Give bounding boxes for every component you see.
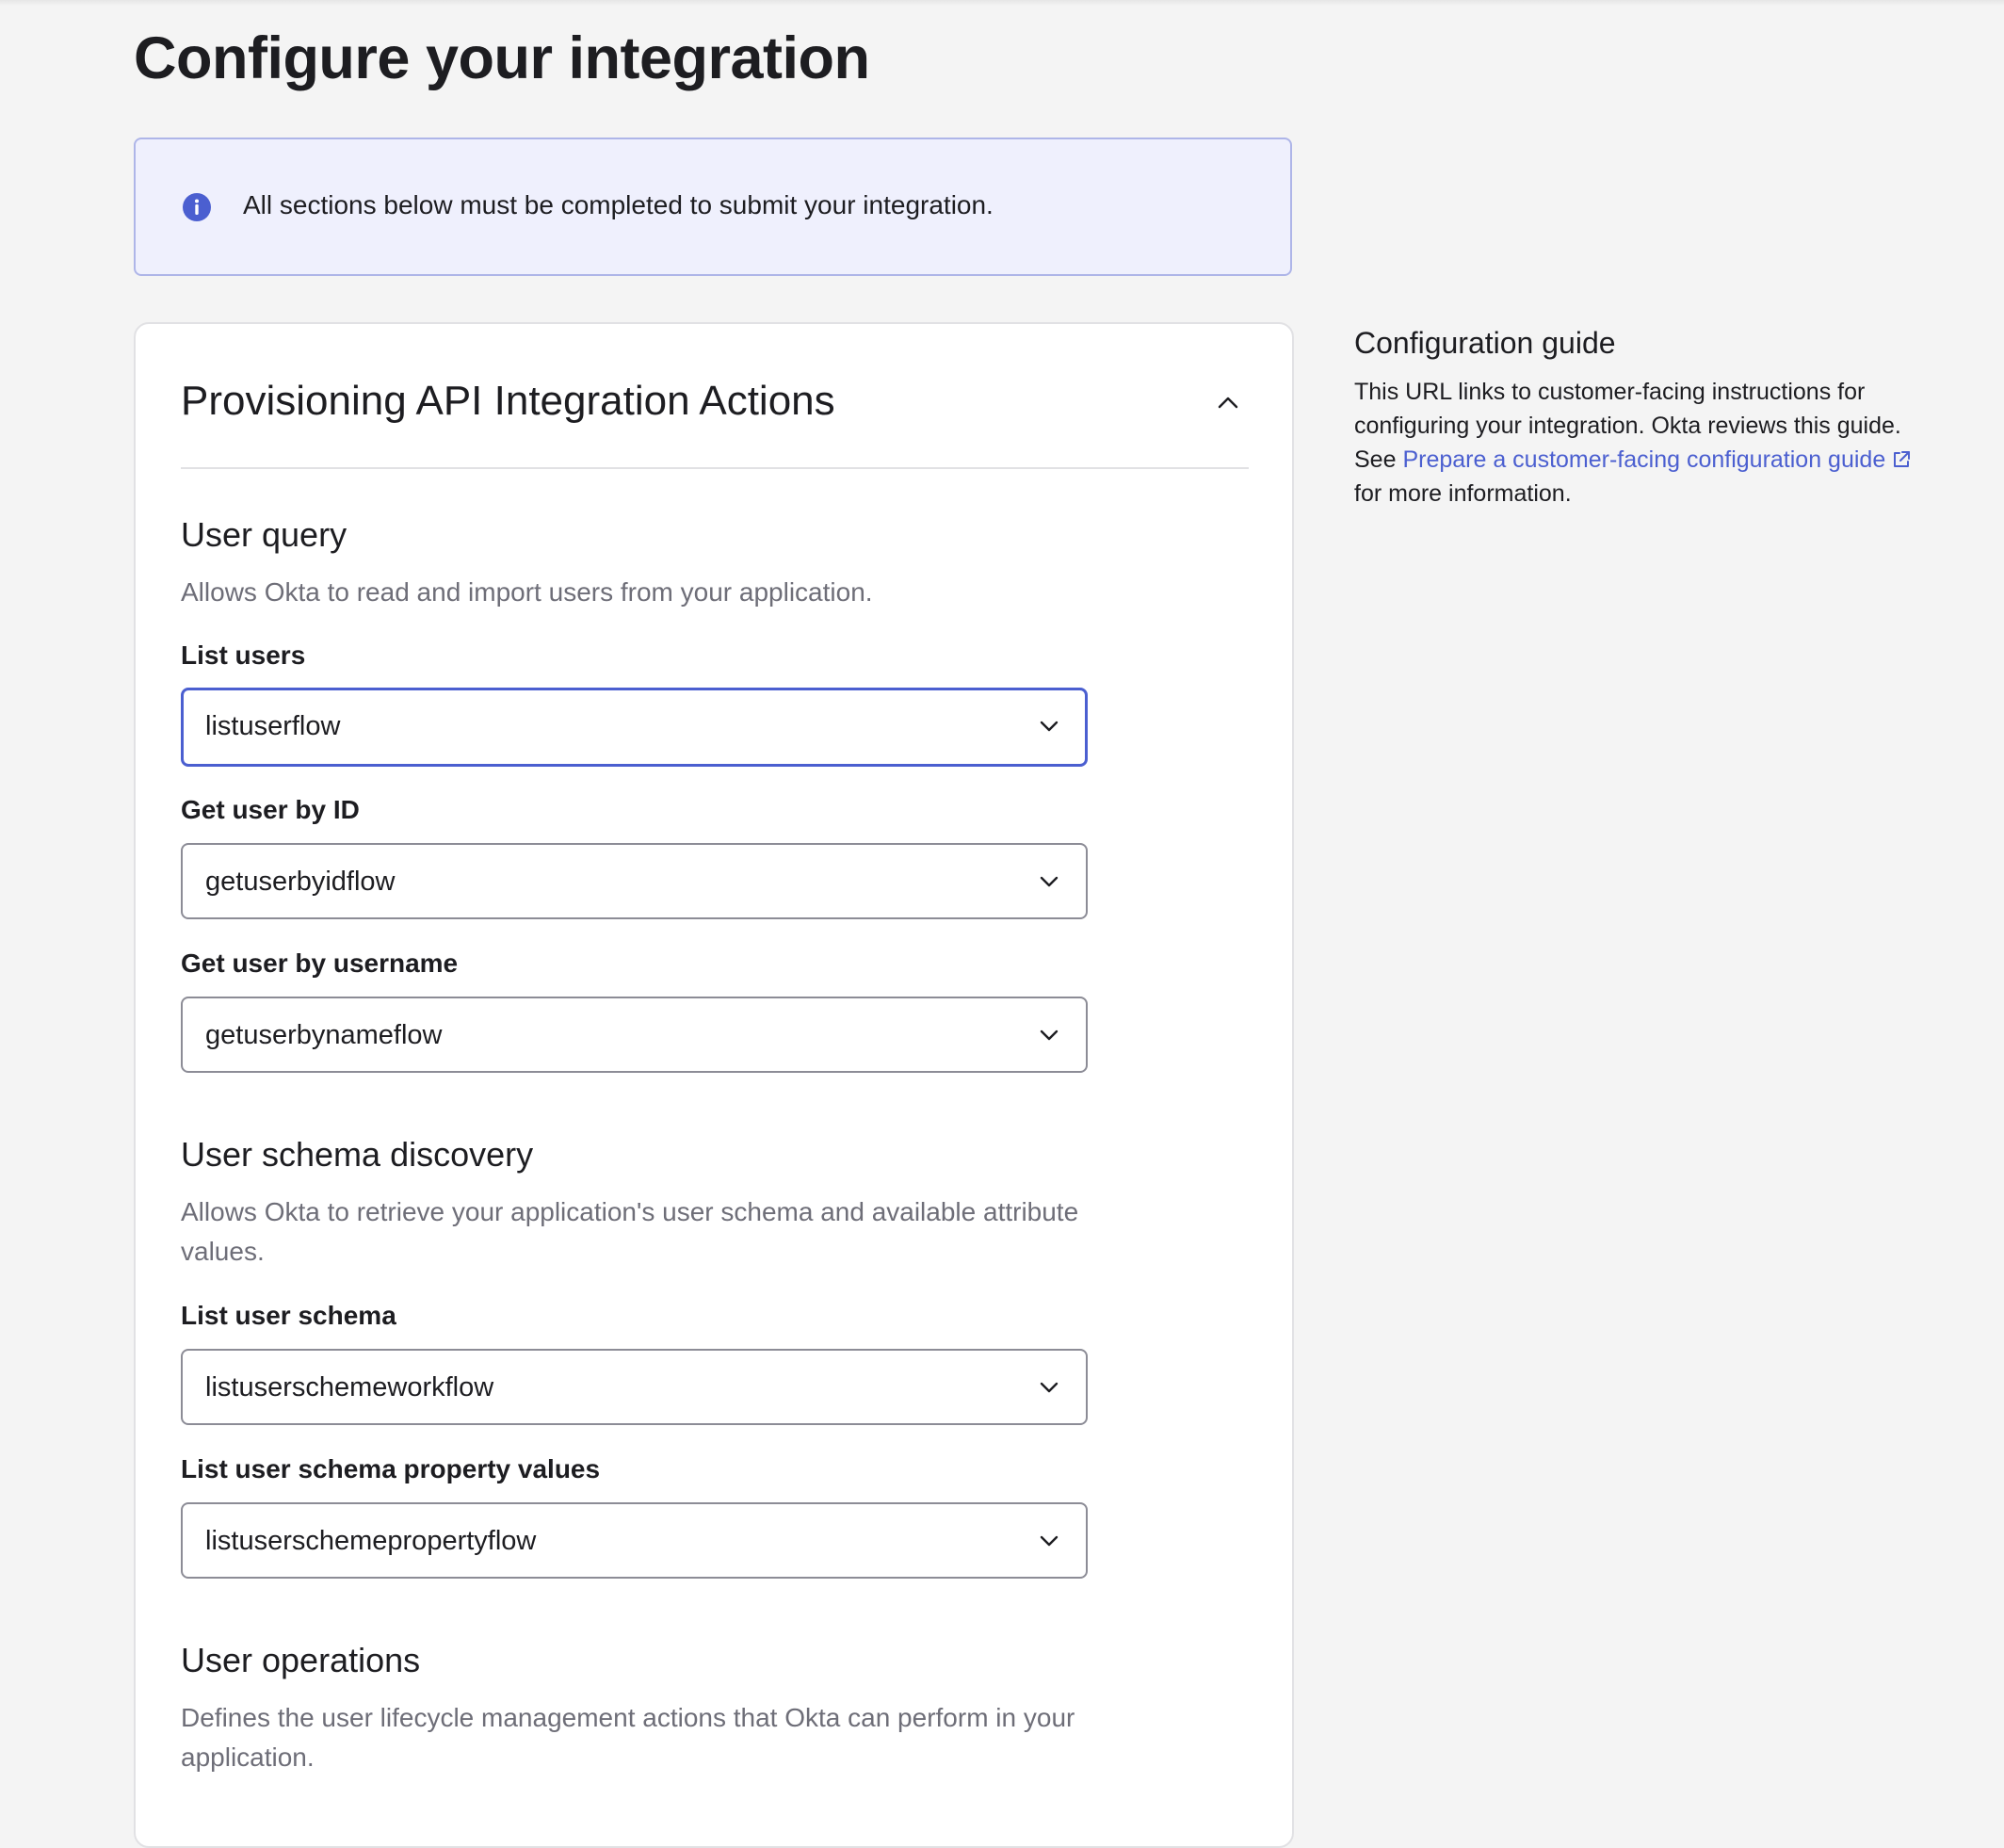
list-users-select[interactable]: listuserflow	[181, 688, 1088, 767]
list-user-schema-property-values-select[interactable]: listuserschemepropertyflow	[181, 1502, 1088, 1579]
section-title-user-operations: User operations	[181, 1641, 421, 1679]
section-desc-user-query: Allows Okta to read and import users fro…	[181, 577, 873, 607]
guide-body: This URL links to customer-facing instru…	[1354, 375, 1919, 511]
field-label-list-users: List users	[181, 640, 306, 670]
info-icon	[183, 193, 211, 221]
get-user-by-id-select[interactable]: getuserbyidflow	[181, 843, 1088, 919]
select-value: getuserbyidflow	[205, 867, 396, 897]
guide-title: Configuration guide	[1354, 326, 1616, 360]
provisioning-card: Provisioning API Integration Actions Use…	[134, 322, 1294, 1848]
external-link-icon	[1894, 451, 1911, 467]
get-user-by-username-select[interactable]: getuserbynameflow	[181, 997, 1088, 1073]
collapse-button[interactable]	[1209, 384, 1247, 422]
guide-link[interactable]: Prepare a customer-facing configuration …	[1402, 446, 1912, 473]
configuration-guide-panel: Configuration guide This URL links to cu…	[1354, 322, 1919, 511]
chevron-down-icon	[1040, 721, 1059, 732]
chevron-down-icon	[1040, 876, 1059, 887]
chevron-down-icon	[1040, 1535, 1059, 1547]
field-label-get-user-by-id: Get user by ID	[181, 795, 360, 824]
guide-text-after: for more information.	[1354, 480, 1572, 507]
guide-link-text: Prepare a customer-facing configuration …	[1402, 446, 1886, 473]
chevron-down-icon	[1040, 1029, 1059, 1041]
section-title-user-query: User query	[181, 515, 347, 554]
page-title: Configure your integration	[134, 25, 870, 91]
chevron-down-icon	[1040, 1382, 1059, 1393]
card-divider	[181, 467, 1249, 469]
select-value: listuserflow	[205, 711, 341, 741]
section-desc-user-operations: Defines the user lifecycle management ac…	[181, 1703, 1075, 1772]
field-label-list-user-schema: List user schema	[181, 1301, 396, 1330]
chevron-up-icon	[1218, 397, 1238, 409]
info-banner: All sections below must be completed to …	[134, 138, 1292, 276]
field-label-list-user-schema-property-values: List user schema property values	[181, 1454, 601, 1483]
section-desc-user-schema-discovery: Allows Okta to retrieve your application…	[181, 1197, 1079, 1266]
field-label-get-user-by-username: Get user by username	[181, 948, 459, 978]
list-user-schema-select[interactable]: listuserschemeworkflow	[181, 1349, 1088, 1425]
card-title: Provisioning API Integration Actions	[181, 378, 835, 424]
top-shadow	[0, 0, 2004, 6]
select-value: listuserschemepropertyflow	[205, 1526, 537, 1556]
section-title-user-schema-discovery: User schema discovery	[181, 1135, 534, 1174]
info-banner-text: All sections below must be completed to …	[243, 190, 994, 219]
select-value: listuserschemeworkflow	[205, 1372, 494, 1402]
select-value: getuserbynameflow	[205, 1020, 443, 1050]
